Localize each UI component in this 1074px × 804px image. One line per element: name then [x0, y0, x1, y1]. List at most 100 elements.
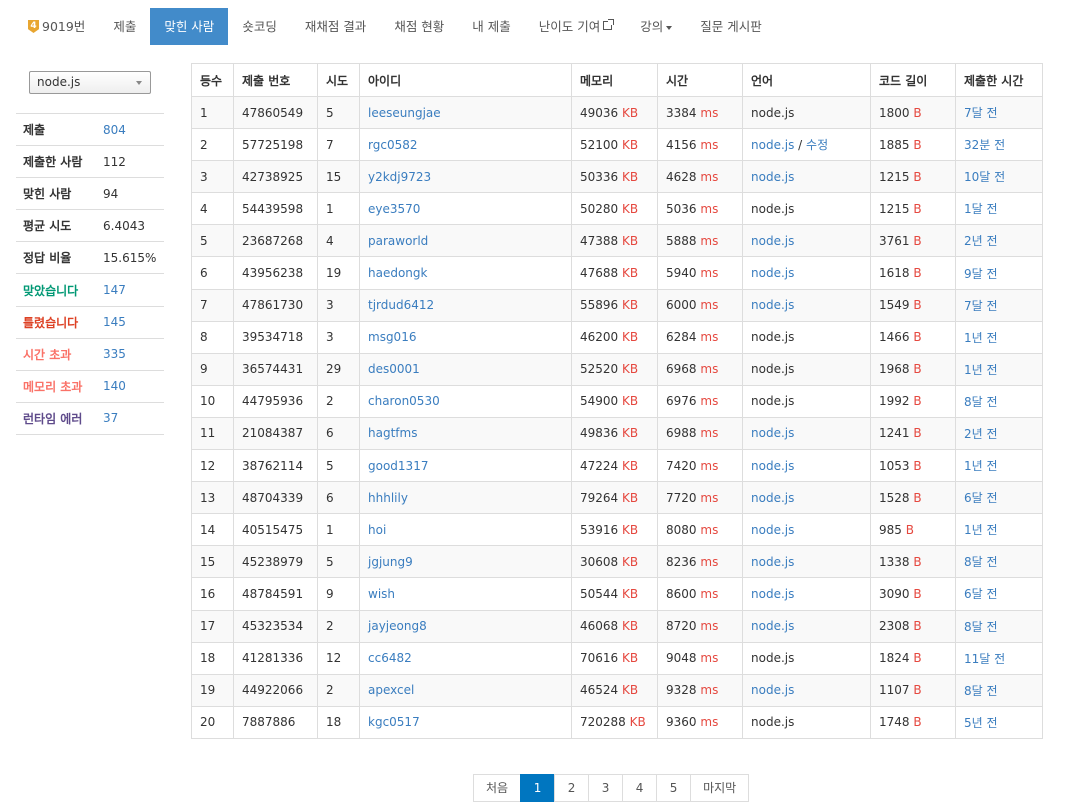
submitted-time-link[interactable]: 2년 전 [964, 427, 998, 441]
language-link[interactable]: node.js [751, 491, 794, 505]
submitted-time-link[interactable]: 7달 전 [964, 106, 998, 120]
code-length-cell: 1241 B [870, 416, 956, 451]
language-link[interactable]: node.js [751, 138, 794, 152]
time-unit: ms [700, 394, 719, 409]
submitted-time-link[interactable]: 1달 전 [964, 202, 998, 216]
page-last-button[interactable]: 마지막 [690, 774, 750, 802]
user-link[interactable]: jayjeong8 [368, 619, 427, 633]
nav-rejudge-result[interactable]: 재채점 결과 [291, 8, 380, 45]
stat-label: 시간 초과 [23, 347, 72, 362]
submitted-time-link[interactable]: 1년 전 [964, 523, 998, 537]
stat-value[interactable]: 147 [96, 283, 126, 297]
nav-problem[interactable]: 4 9019번 [14, 8, 99, 45]
stat-value[interactable]: 37 [96, 411, 118, 425]
submitted-time-link[interactable]: 11달 전 [964, 652, 1005, 666]
table-row: 17 45323534 2 jayjeong8 46068 KB 8720 ms node.… [191, 609, 1043, 643]
submitted-time-link[interactable]: 7달 전 [964, 299, 998, 313]
user-link[interactable]: apexcel [368, 683, 414, 697]
language-link[interactable]: node.js [751, 619, 794, 633]
code-length-unit: B [913, 201, 922, 216]
stat-value[interactable]: 335 [96, 347, 126, 361]
language-select[interactable]: node.js [29, 71, 151, 94]
user-link[interactable]: kgc0517 [368, 715, 420, 729]
page-button-5[interactable]: 5 [656, 774, 692, 802]
memory-unit: KB [622, 266, 639, 281]
submitted-time-link[interactable]: 8달 전 [964, 684, 998, 698]
language-cell: node.js [742, 449, 871, 483]
time-unit: ms [700, 554, 719, 569]
nav-lectures[interactable]: 강의 [626, 8, 686, 45]
language-link[interactable]: node.js [751, 426, 794, 440]
user-link[interactable]: jgjung9 [368, 555, 413, 569]
attempts-cell: 2 [317, 384, 360, 418]
submitted-time-link[interactable]: 1년 전 [964, 363, 998, 377]
page-button-3[interactable]: 3 [588, 774, 624, 802]
user-link[interactable]: tjrdud6412 [368, 298, 434, 312]
language-link[interactable]: node.js [751, 555, 794, 569]
memory-value: 55896 [580, 298, 619, 313]
user-link[interactable]: haedongk [368, 266, 427, 280]
submitted-time-link[interactable]: 6달 전 [964, 491, 998, 505]
nav-solved[interactable]: 맞힌 사람 [150, 8, 229, 45]
nav-status[interactable]: 채점 현황 [380, 8, 458, 45]
submitted-time-link[interactable]: 6달 전 [964, 587, 998, 601]
stat-label: 제출 [23, 123, 46, 138]
memory-value: 70616 [580, 651, 619, 666]
submitted-time-link[interactable]: 2년 전 [964, 234, 998, 248]
code-length-value: 1549 [879, 298, 910, 313]
language-link[interactable]: node.js [751, 587, 794, 601]
nav-submit[interactable]: 제출 [99, 8, 150, 45]
page-button-4[interactable]: 4 [622, 774, 658, 802]
user-link[interactable]: cc6482 [368, 651, 412, 665]
language-cell: node.js [742, 320, 871, 354]
language-link[interactable]: node.js [751, 459, 794, 473]
language-link[interactable]: node.js [751, 266, 794, 280]
nav-qna-board[interactable]: 질문 게시판 [686, 8, 775, 45]
submitted-time-link[interactable]: 32분 전 [964, 138, 1005, 152]
stat-value[interactable]: 140 [96, 379, 126, 393]
language-cell: node.js / 수정 [742, 128, 871, 162]
user-link[interactable]: paraworld [368, 234, 428, 248]
language-link[interactable]: node.js [751, 683, 794, 697]
language-link[interactable]: node.js [751, 234, 794, 248]
user-link[interactable]: y2kdj9723 [368, 170, 431, 184]
stat-row: 맞았습니다 147 [16, 274, 164, 307]
user-link[interactable]: rgc0582 [368, 138, 417, 152]
stat-value[interactable]: 145 [96, 315, 126, 329]
time-value: 8720 [666, 619, 697, 634]
page-first-button[interactable]: 처음 [473, 774, 522, 802]
user-link[interactable]: leeseungjae [368, 106, 441, 120]
language-link[interactable]: node.js [751, 298, 794, 312]
user-link[interactable]: eye3570 [368, 202, 420, 216]
submitted-time-link[interactable]: 9달 전 [964, 267, 998, 281]
submitted-time-link[interactable]: 5년 전 [964, 716, 998, 730]
user-link[interactable]: hagtfms [368, 426, 417, 440]
submitted-time-link[interactable]: 8달 전 [964, 395, 998, 409]
page-button-2[interactable]: 2 [554, 774, 590, 802]
nav-difficulty-contribution[interactable]: 난이도 기여 [525, 8, 626, 45]
user-link[interactable]: msg016 [368, 330, 416, 344]
stat-value[interactable]: 804 [96, 123, 126, 137]
language-link[interactable]: node.js [751, 170, 794, 184]
submitted-time-link[interactable]: 1년 전 [964, 459, 998, 473]
submitted-cell: 7달 전 [955, 288, 1043, 322]
attempts-cell: 3 [317, 288, 360, 322]
page-button-1[interactable]: 1 [520, 774, 556, 802]
nav-items: 제출 맞힌 사람 숏코딩 재채점 결과 채점 현황 내 제출 난이도 기여 강의 질문 게시판 [99, 8, 775, 45]
submitted-time-link[interactable]: 8달 전 [964, 620, 998, 634]
nav-my-submissions[interactable]: 내 제출 [458, 8, 524, 45]
submitted-time-link[interactable]: 1년 전 [964, 331, 998, 345]
user-link[interactable]: wish [368, 587, 395, 601]
code-length-unit: B [913, 137, 922, 152]
nav-shortcoding[interactable]: 숏코딩 [228, 8, 291, 45]
submitted-time-link[interactable]: 8달 전 [964, 555, 998, 569]
language-link[interactable]: node.js [751, 523, 794, 537]
user-link[interactable]: des0001 [368, 362, 420, 376]
user-link[interactable]: hoi [368, 523, 386, 537]
user-link[interactable]: hhhlily [368, 491, 408, 505]
user-link[interactable]: charon0530 [368, 394, 440, 408]
user-link[interactable]: good1317 [368, 459, 428, 473]
submitted-time-link[interactable]: 10달 전 [964, 170, 1005, 184]
edit-link[interactable]: 수정 [806, 138, 828, 152]
language-cell: node.js [742, 384, 871, 418]
